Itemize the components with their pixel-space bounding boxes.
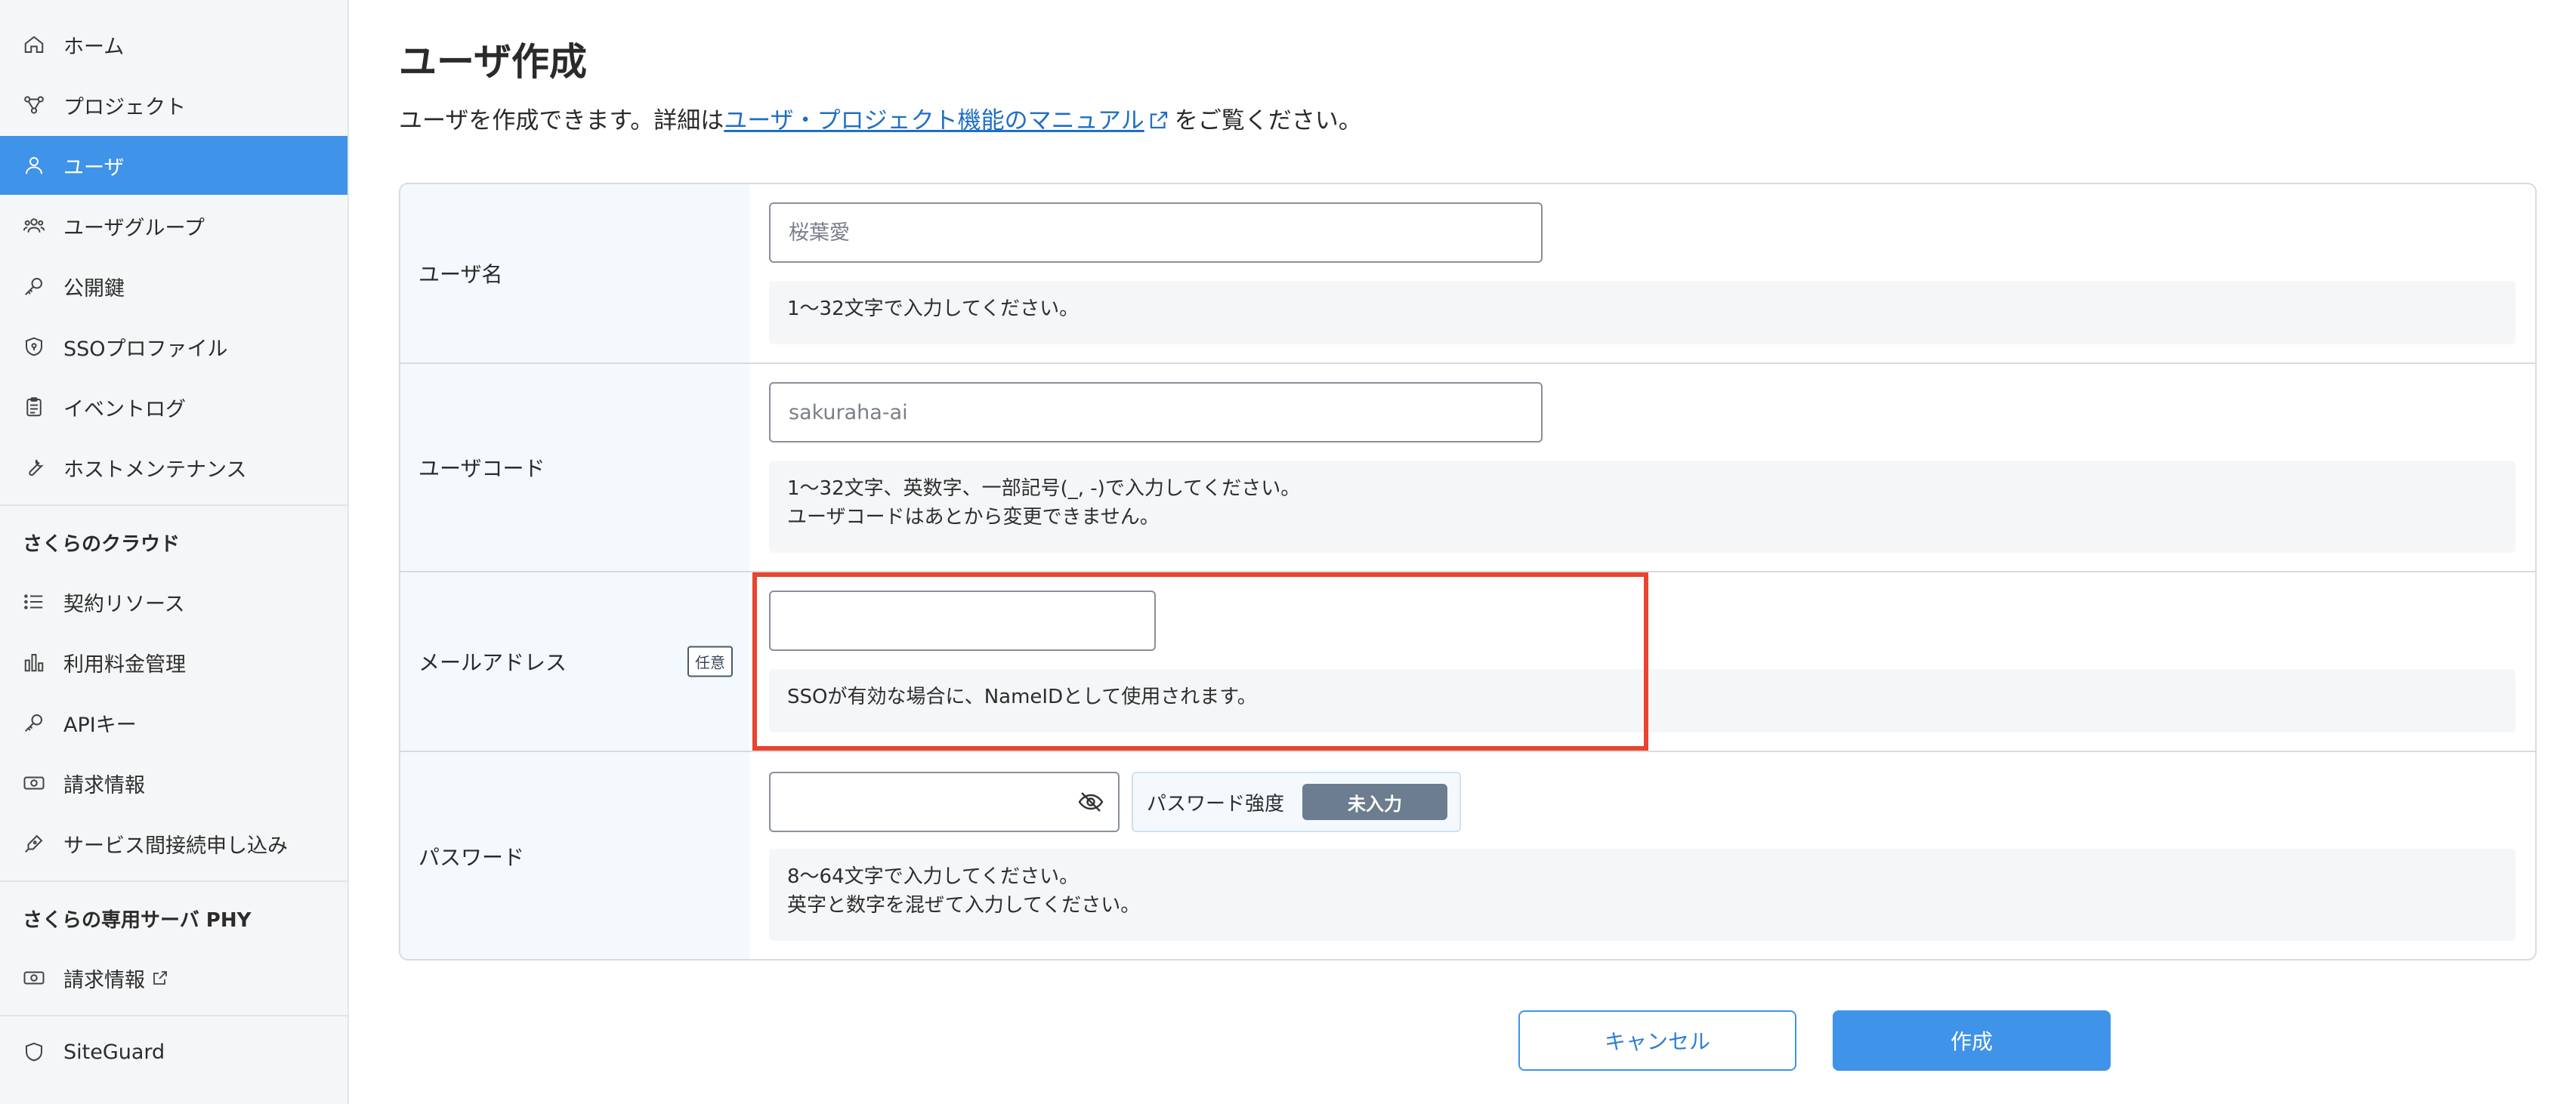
description-prefix: ユーザを作成できます。詳細は bbox=[399, 107, 724, 134]
user-group-icon bbox=[21, 213, 47, 239]
money-icon bbox=[21, 965, 47, 991]
email-label: メールアドレス 任意 bbox=[400, 572, 749, 751]
sidebar-item-billing-management[interactable]: 利用料金管理 bbox=[0, 633, 347, 692]
email-label-text: メールアドレス bbox=[419, 650, 567, 675]
bar-chart-icon bbox=[21, 649, 47, 675]
sidebar-item-siteguard[interactable]: SiteGuard bbox=[0, 1022, 347, 1081]
manual-link[interactable]: ユーザ・プロジェクト機能のマニュアル bbox=[724, 107, 1144, 134]
shield-icon bbox=[21, 334, 47, 359]
sidebar: ホーム プロジェクト ユーザ ユーザグループ 公開鍵 SSOプロファイル イベン… bbox=[0, 0, 349, 1104]
usercode-help: 1〜32文字、英数字、一部記号(_, -)で入力してください。 ユーザコードはあ… bbox=[769, 461, 2516, 553]
sidebar-item-host-maintenance[interactable]: ホストメンテナンス bbox=[0, 438, 347, 497]
sidebar-item-service-connection[interactable]: サービス間接続申し込み bbox=[0, 814, 347, 873]
sidebar-item-label: ホーム bbox=[63, 35, 125, 59]
form-row-usercode: ユーザコード 1〜32文字、英数字、一部記号(_, -)で入力してください。 ユ… bbox=[400, 364, 2535, 572]
sidebar-item-label: SSOプロファイル bbox=[63, 337, 228, 361]
project-icon bbox=[21, 92, 47, 118]
sidebar-item-invoice-cloud[interactable]: 請求情報 bbox=[0, 754, 347, 813]
form-row-username: ユーザ名 1〜32文字で入力してください。 bbox=[400, 184, 2535, 364]
money-icon bbox=[21, 770, 47, 796]
section-title-phy: さくらの専用サーバ PHY bbox=[23, 909, 252, 932]
sidebar-item-label: 請求情報 bbox=[63, 968, 145, 992]
password-label: パスワード bbox=[400, 752, 749, 959]
sidebar-item-label: ホストメンテナンス bbox=[63, 458, 247, 482]
sidebar-item-user-group[interactable]: ユーザグループ bbox=[0, 196, 347, 255]
pen-icon bbox=[21, 831, 47, 856]
password-field bbox=[769, 772, 1120, 832]
username-help: 1〜32文字で入力してください。 bbox=[769, 281, 2516, 344]
password-strength: パスワード強度 未入力 bbox=[1132, 772, 1461, 832]
key-icon bbox=[21, 273, 47, 299]
sidebar-item-label: プロジェクト bbox=[63, 95, 186, 119]
sidebar-item-label: 契約リソース bbox=[63, 592, 185, 616]
sidebar-item-contract-resources[interactable]: 契約リソース bbox=[0, 572, 347, 631]
usercode-input[interactable] bbox=[769, 382, 1543, 443]
password-help: 8〜64文字で入力してください。 英字と数字を混ぜて入力してください。 bbox=[769, 849, 2516, 941]
shield-outline-icon bbox=[21, 1039, 47, 1065]
sidebar-divider bbox=[0, 880, 347, 882]
password-help-line2: 英字と数字を混ぜて入力してください。 bbox=[787, 894, 1141, 917]
sidebar-item-api-key[interactable]: APIキー bbox=[0, 693, 347, 752]
sidebar-item-label: ユーザグループ bbox=[63, 216, 205, 240]
password-strength-label: パスワード強度 bbox=[1147, 792, 1285, 816]
eye-off-icon[interactable] bbox=[1077, 788, 1104, 816]
sidebar-item-user[interactable]: ユーザ bbox=[0, 136, 347, 195]
sidebar-item-label: ユーザ bbox=[63, 156, 125, 180]
create-button[interactable]: 作成 bbox=[1833, 1010, 2111, 1071]
sidebar-item-label: 請求情報 bbox=[63, 773, 145, 797]
email-help: SSOが有効な場合に、NameIDとして使用されます。 bbox=[769, 669, 2516, 732]
sidebar-item-invoice-phy[interactable]: 請求情報 bbox=[0, 948, 347, 1007]
email-input[interactable] bbox=[769, 591, 1156, 651]
username-input[interactable] bbox=[769, 202, 1543, 263]
wrench-icon bbox=[21, 455, 47, 480]
usercode-help-line1: 1〜32文字、英数字、一部記号(_, -)で入力してください。 bbox=[787, 477, 1301, 500]
list-icon bbox=[21, 589, 47, 615]
sidebar-item-label: サービス間接続申し込み bbox=[63, 834, 288, 858]
section-title-cloud: さくらのクラウド bbox=[23, 533, 181, 556]
user-create-form: ユーザ名 1〜32文字で入力してください。 ユーザコード 1〜32文字、英数字、… bbox=[399, 183, 2537, 961]
sidebar-item-sso-profile[interactable]: SSOプロファイル bbox=[0, 317, 347, 376]
sidebar-divider bbox=[0, 1015, 347, 1016]
description-suffix: をご覧ください。 bbox=[1174, 107, 1362, 134]
sidebar-item-label: SiteGuard bbox=[63, 1040, 165, 1064]
password-strength-badge: 未入力 bbox=[1302, 784, 1448, 820]
api-key-icon bbox=[21, 710, 47, 735]
sidebar-item-label: 公開鍵 bbox=[63, 276, 125, 301]
external-link-icon[interactable] bbox=[1147, 109, 1170, 131]
page-title: ユーザ作成 bbox=[399, 40, 587, 84]
sidebar-item-label: APIキー bbox=[63, 713, 137, 737]
optional-badge: 任意 bbox=[687, 646, 733, 677]
sidebar-item-home[interactable]: ホーム bbox=[0, 15, 347, 74]
home-icon bbox=[21, 32, 47, 57]
user-icon bbox=[21, 153, 47, 178]
usercode-help-line2: ユーザコードはあとから変更できません。 bbox=[787, 506, 1160, 529]
form-row-password: パスワード パスワード強度 未入力 8〜64文字で入力してください。 英字と数字… bbox=[400, 752, 2535, 959]
external-link-icon bbox=[153, 971, 167, 985]
cancel-button[interactable]: キャンセル bbox=[1518, 1010, 1796, 1071]
password-input[interactable] bbox=[769, 772, 1120, 832]
sidebar-item-label: イベントログ bbox=[63, 397, 186, 421]
password-help-line1: 8〜64文字で入力してください。 bbox=[787, 865, 1080, 888]
clipboard-icon bbox=[21, 394, 47, 420]
form-row-email: メールアドレス 任意 SSOが有効な場合に、NameIDとして使用されます。 bbox=[400, 572, 2535, 752]
username-label: ユーザ名 bbox=[400, 184, 749, 362]
usercode-label: ユーザコード bbox=[400, 364, 749, 571]
sidebar-item-label: 利用料金管理 bbox=[63, 652, 186, 677]
sidebar-item-event-log[interactable]: イベントログ bbox=[0, 378, 347, 436]
sidebar-item-public-key[interactable]: 公開鍵 bbox=[0, 257, 347, 316]
sidebar-divider bbox=[0, 504, 347, 506]
page-description: ユーザを作成できます。詳細はユーザ・プロジェクト機能のマニュアル をご覧ください。 bbox=[399, 101, 1362, 135]
sidebar-item-project[interactable]: プロジェクト bbox=[0, 76, 347, 134]
main-content: ユーザ作成 ユーザを作成できます。詳細はユーザ・プロジェクト機能のマニュアル をご… bbox=[349, 0, 2576, 1104]
